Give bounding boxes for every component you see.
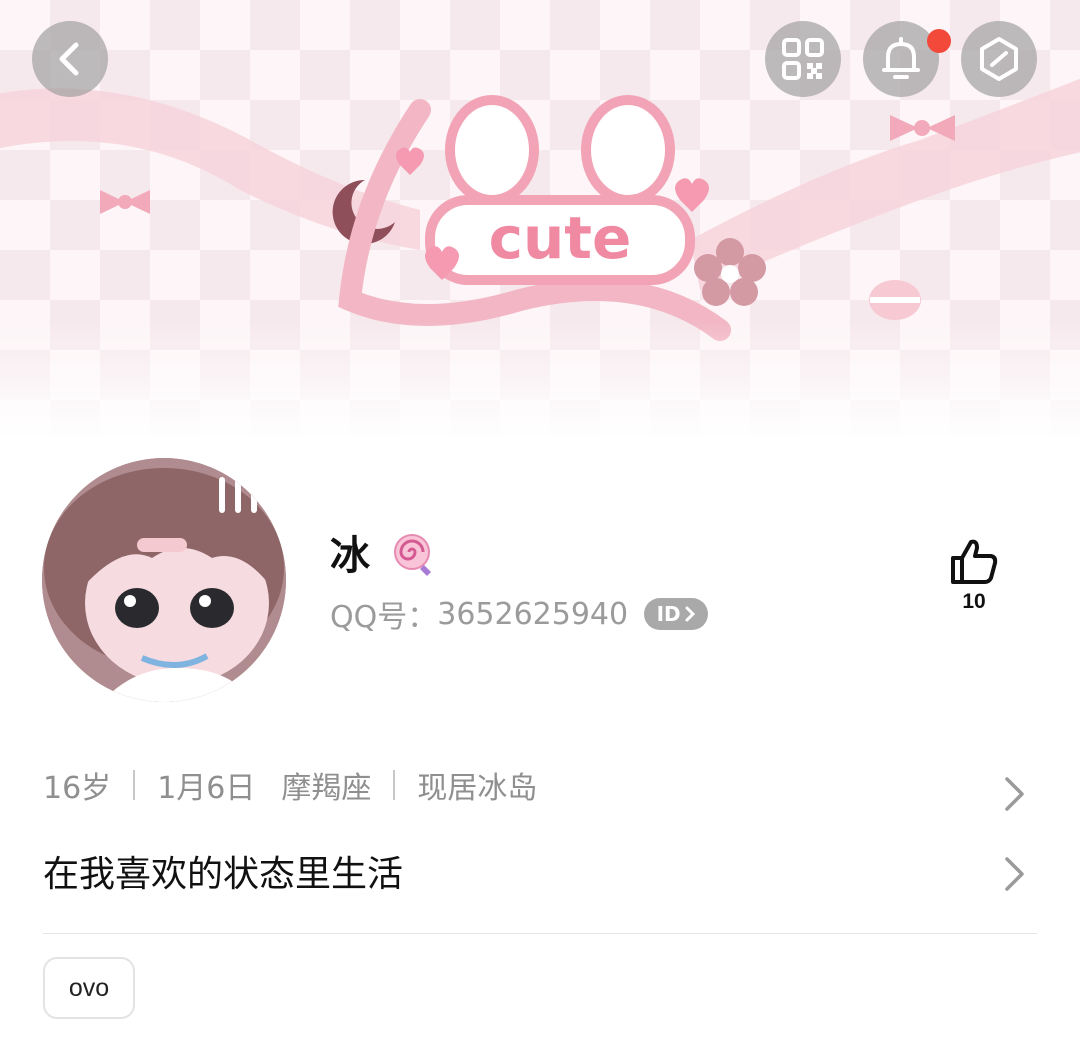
signature-text[interactable]: 在我喜欢的状态里生活 bbox=[43, 850, 403, 900]
back-button[interactable] bbox=[32, 21, 108, 97]
avatar-image bbox=[42, 458, 286, 702]
chevron-right-icon[interactable] bbox=[1002, 856, 1028, 892]
notifications-button[interactable] bbox=[863, 21, 939, 97]
id-badge-label: ID bbox=[656, 602, 681, 626]
divider bbox=[43, 933, 1037, 934]
hexagon-icon bbox=[980, 37, 1018, 81]
qq-number-row[interactable]: QQ号： 3652625940 ID bbox=[330, 592, 709, 636]
like-button[interactable]: 10 bbox=[944, 536, 1004, 614]
separator bbox=[133, 770, 136, 800]
chevron-left-icon bbox=[59, 42, 79, 76]
qq-number: 3652625940 bbox=[437, 596, 629, 632]
settings-button[interactable] bbox=[961, 21, 1037, 97]
chevron-right-icon[interactable] bbox=[1002, 776, 1028, 812]
qq-label: QQ号： bbox=[330, 600, 438, 635]
thumbs-up-icon bbox=[951, 539, 998, 584]
birthday: 1月6日 bbox=[157, 771, 256, 806]
age: 16岁 bbox=[43, 771, 112, 806]
banner-logo-text: cute bbox=[489, 204, 632, 272]
qr-code-icon bbox=[782, 38, 824, 80]
bell-icon bbox=[882, 37, 920, 79]
id-badge[interactable]: ID bbox=[644, 598, 709, 630]
notification-badge bbox=[927, 29, 951, 53]
separator bbox=[393, 770, 396, 800]
like-count: 10 bbox=[962, 590, 986, 613]
basic-info-row[interactable]: 16岁 1月6日 摩羯座 现居冰岛 bbox=[43, 760, 1033, 810]
zodiac: 摩羯座 bbox=[281, 771, 372, 806]
profile-tag[interactable]: ovo bbox=[43, 957, 135, 1019]
location: 现居冰岛 bbox=[417, 771, 538, 806]
chevron-right-icon bbox=[685, 606, 695, 622]
lollipop-icon bbox=[394, 534, 431, 576]
banner-fade bbox=[0, 320, 1080, 440]
qr-code-button[interactable] bbox=[765, 21, 841, 97]
profile-name: 冰 bbox=[330, 533, 370, 579]
avatar[interactable] bbox=[42, 458, 286, 702]
